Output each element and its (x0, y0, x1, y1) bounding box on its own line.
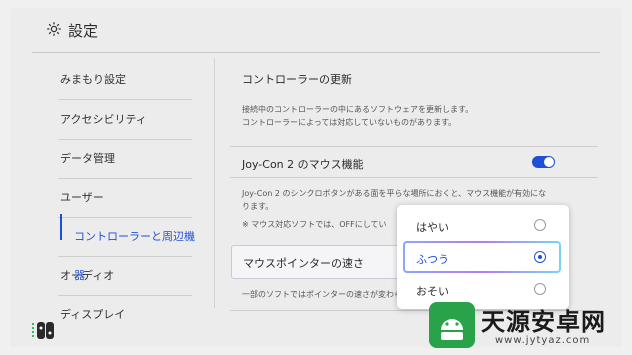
page-title: 設定 (68, 22, 99, 40)
sidebar-item-data-management[interactable]: データ管理 (60, 139, 190, 178)
content-divider (230, 177, 598, 178)
content-divider (230, 146, 598, 147)
watermark-title: 天源安卓网 (481, 308, 606, 336)
watermark-url: www.jytyaz.com (495, 335, 591, 346)
sidebar-item-parental-controls[interactable]: みまもり設定 (60, 60, 190, 99)
watermark: 天源安卓网 www.jytyaz.com (425, 298, 630, 353)
header: 設定 (10, 8, 622, 52)
screen-frame: 設定 みまもり設定 アクセシビリティ データ管理 ユーザー コントローラーと周辺… (0, 0, 632, 355)
joy-con-icon (32, 322, 54, 339)
speed-option-label: おそい (416, 285, 449, 298)
column-divider (214, 58, 215, 308)
speed-option-normal[interactable]: ふつう (397, 243, 569, 273)
active-indicator (60, 214, 62, 240)
radio-icon (534, 219, 546, 231)
sidebar-item-display[interactable]: ディスプレイ (60, 295, 190, 334)
update-description-1: 接続中のコントローラーの中にあるソフトウェアを更新します。 (242, 105, 474, 114)
pointer-speed-description: 一部のソフトではポインターの速さが変わら (242, 290, 402, 299)
sidebar-item-users[interactable]: ユーザー (60, 178, 190, 217)
sidebar-item-accessibility[interactable]: アクセシビリティ (60, 100, 190, 139)
mouse-function-description-2: ります。 (242, 202, 274, 211)
mouse-function-label: Joy-Con 2 のマウス機能 (242, 158, 364, 171)
update-description-2: コントローラーによっては対応していないものがあります。 (242, 118, 457, 127)
controller-update-button[interactable]: コントローラーの更新 (242, 71, 352, 87)
pointer-speed-dropdown: はやい ふつう おそい (397, 205, 569, 309)
pointer-speed-label: マウスポインターの速さ (243, 257, 364, 270)
radio-icon (534, 283, 546, 295)
gear-icon (47, 22, 61, 36)
speed-option-fast[interactable]: はやい (397, 211, 569, 241)
mouse-function-description-1: Joy-Con 2 のシンクロボタンがある面を平らな場所におくと、マウス機能が有… (242, 189, 547, 198)
mouse-function-note: ※ マウス対応ソフトでは、OFFにしてい (242, 220, 387, 229)
sidebar-item-controllers[interactable]: コントローラーと周辺機器 (74, 217, 204, 282)
sidebar: みまもり設定 アクセシビリティ データ管理 ユーザー コントローラーと周辺機器 … (32, 53, 215, 321)
sidebar-item-audio[interactable]: オーディオ (60, 256, 190, 295)
android-logo-icon (429, 302, 475, 348)
speed-option-label: ふつう (416, 253, 449, 266)
radio-selected-icon (534, 251, 546, 263)
mouse-function-toggle[interactable] (532, 156, 555, 168)
speed-option-label: はやい (416, 221, 449, 234)
